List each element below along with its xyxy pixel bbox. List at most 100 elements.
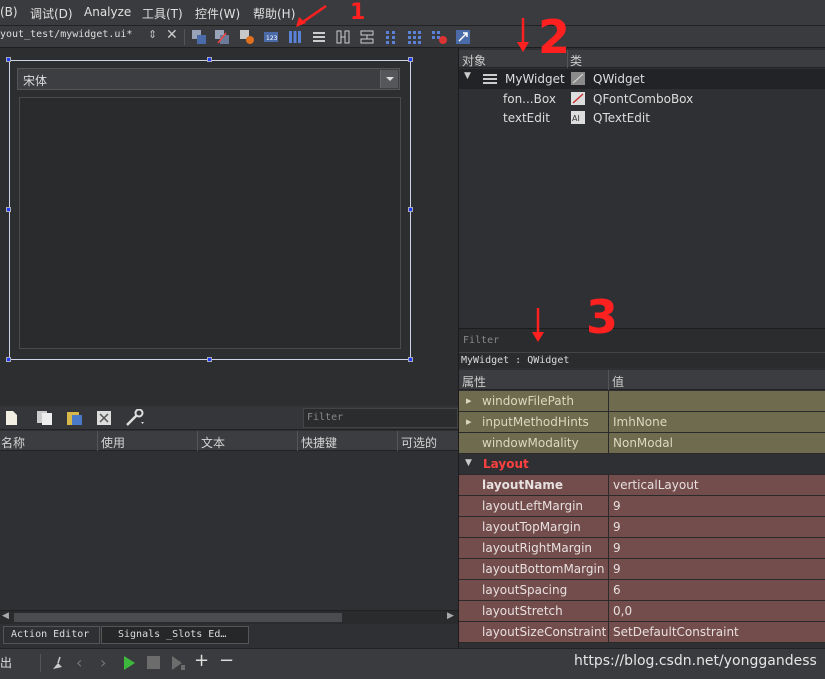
attach-debugger-icon[interactable] [170,655,186,671]
delete-action-icon[interactable] [96,410,112,426]
remove-icon[interactable]: − [219,650,234,671]
menu-tools[interactable]: 工具(T) [142,5,183,22]
copy-action-icon[interactable] [36,410,54,426]
resize-handle[interactable] [408,357,413,362]
scrollbar-thumb[interactable] [14,613,342,622]
expand-arrow-icon[interactable]: ▸ [466,394,472,407]
property-value-cell[interactable]: 9 [609,517,825,537]
property-value-cell[interactable]: verticalLayout [609,475,825,495]
column-value[interactable]: 值 [612,373,624,390]
font-combo-box[interactable]: 宋体 [17,68,400,90]
property-row[interactable]: layoutTopMargin 9 [459,517,825,538]
column-used[interactable]: 使用 [101,434,125,451]
property-value-cell[interactable]: 0,0 [609,601,825,621]
resize-handle[interactable] [207,57,212,62]
edit-widgets-icon[interactable] [191,29,207,45]
property-row[interactable]: layoutSizeConstraint SetDefaultConstraint [459,622,825,643]
resize-handle[interactable] [408,207,413,212]
next-icon[interactable]: › [100,653,106,672]
property-row[interactable]: layoutLeftMargin 9 [459,496,825,517]
column-text[interactable]: 文本 [201,434,225,451]
grid-layout-icon[interactable] [407,29,423,45]
property-name-cell: ▸ inputMethodHints [459,412,609,432]
menu-build[interactable]: (B) [0,5,18,19]
vertical-splitter-icon[interactable] [359,29,375,45]
property-row[interactable]: layoutBottomMargin 9 [459,559,825,580]
form-layout-icon[interactable] [383,29,399,45]
property-row[interactable]: windowModality NonModal [459,433,825,454]
property-row[interactable]: layoutStretch 0,0 [459,601,825,622]
resize-handle[interactable] [6,57,11,62]
property-value-cell[interactable]: 9 [609,496,825,516]
scroll-right-icon[interactable]: ▶ [447,611,454,621]
property-row[interactable]: layoutName verticalLayout [459,475,825,496]
property-row[interactable]: ▸ windowFilePath [459,391,825,412]
property-value-cell[interactable]: 9 [609,559,825,579]
property-value-cell[interactable]: NonModal [609,433,825,453]
property-value-cell[interactable]: 9 [609,538,825,558]
property-name-cell: layoutStretch [459,601,609,621]
previous-icon[interactable]: ‹ [76,653,82,672]
stop-icon[interactable] [147,656,160,669]
expand-arrow-icon[interactable]: ▸ [466,415,472,428]
adjust-size-icon[interactable] [455,29,471,45]
property-value: 0,0 [613,604,633,618]
tab-action-editor[interactable]: Action Editor [3,626,100,644]
chevron-down-icon[interactable] [380,70,398,88]
edit-signals-slots-icon[interactable] [214,29,230,45]
tab-signals-slots[interactable]: Signals _Slots Ed… [101,626,249,644]
column-class[interactable]: 类 [570,52,582,69]
menu-analyze[interactable]: Analyze [84,5,131,19]
horizontal-scrollbar[interactable]: ◀ ▶ [0,610,458,624]
property-name-cell: ▸ windowFilePath [459,391,609,411]
property-filter-input[interactable]: Filter [459,328,825,352]
property-value-cell[interactable]: ImhNone [609,412,825,432]
resize-handle[interactable] [207,357,212,362]
property-name: windowModality [482,436,579,450]
run-icon[interactable] [122,655,136,671]
close-document-icon[interactable]: ✕ [166,27,178,43]
new-action-icon[interactable] [4,410,18,426]
property-value-cell[interactable]: 6 [609,580,825,600]
menu-debug[interactable]: 调试(D) [30,5,73,22]
property-row[interactable]: ▸ inputMethodHints ImhNone [459,412,825,433]
resize-handle[interactable] [6,207,11,212]
file-select-arrows-icon[interactable]: ⇕ [148,28,157,41]
column-property[interactable]: 属性 [462,373,486,390]
tree-row-textedit[interactable]: textEdit AI QTextEdit [459,108,825,128]
vertical-layout-icon [483,74,497,84]
text-edit[interactable] [19,97,401,349]
property-section-layout[interactable]: ▼ Layout [459,454,825,475]
tree-row-fontcombobox[interactable]: fon...Box QFontComboBox [459,89,825,109]
property-row[interactable]: layoutRightMargin 9 [459,538,825,559]
paste-action-icon[interactable] [66,410,84,426]
property-value-cell[interactable]: SetDefaultConstraint [609,622,825,642]
edit-buddies-icon[interactable] [239,29,255,45]
property-name: layoutLeftMargin [482,499,584,513]
menu-widgets[interactable]: 控件(W) [195,5,240,22]
form-editor-canvas[interactable]: 宋体 [0,48,458,406]
lay-out-vertically-icon[interactable] [311,29,327,45]
property-name: windowFilePath [482,394,574,408]
scroll-left-icon[interactable]: ◀ [2,611,9,621]
column-checkable[interactable]: 可选的 [401,434,437,451]
column-name[interactable]: 名称 [1,434,25,451]
break-layout-icon[interactable] [431,29,447,45]
resize-handle[interactable] [6,357,11,362]
property-value: 9 [613,499,621,513]
add-icon[interactable]: + [194,650,209,671]
column-object[interactable]: 对象 [462,52,486,69]
edit-tab-order-icon[interactable]: 123 [263,29,279,45]
expand-arrow-icon[interactable]: ▼ [464,71,471,81]
action-filter-input[interactable]: Filter [303,408,458,428]
property-row[interactable]: layoutSpacing 6 [459,580,825,601]
configure-wrench-icon[interactable] [124,409,146,427]
column-shortcut[interactable]: 快捷键 [301,434,337,451]
tree-row-mywidget[interactable]: ▼ MyWidget QWidget [459,69,825,89]
horizontal-splitter-icon[interactable] [335,29,351,45]
clear-broom-icon[interactable] [50,655,66,671]
property-value-cell[interactable] [609,391,825,411]
collapse-arrow-icon[interactable]: ▼ [465,458,472,468]
lay-out-horizontally-icon[interactable] [287,29,303,45]
resize-handle[interactable] [408,57,413,62]
